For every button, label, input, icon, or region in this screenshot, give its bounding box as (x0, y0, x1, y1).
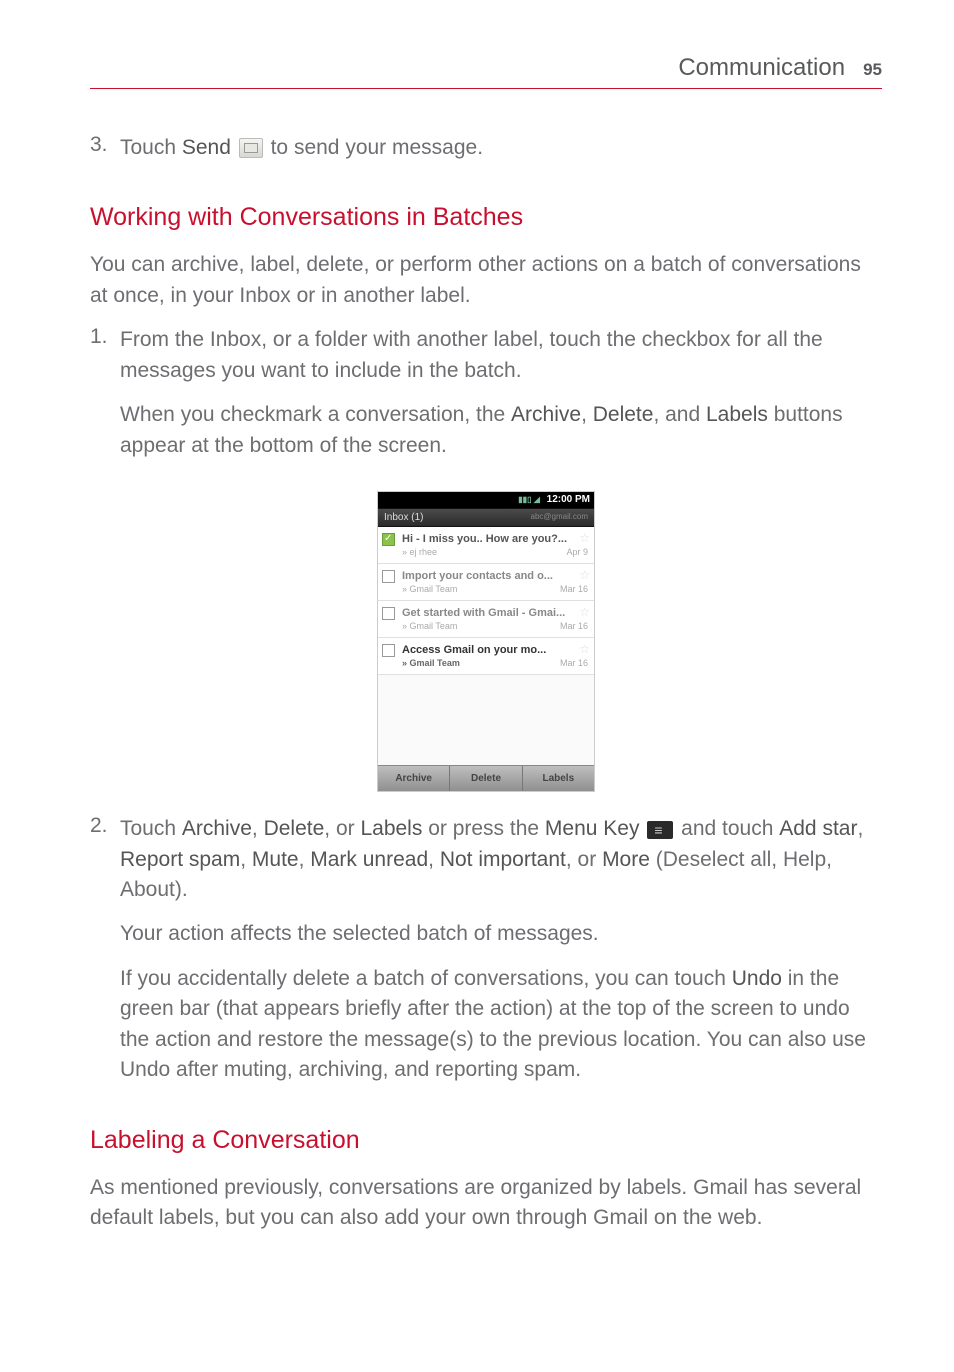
mail-from: » Gmail Team (402, 621, 457, 631)
mail-from: » Gmail Team (402, 584, 457, 594)
star-icon[interactable]: ☆ (579, 531, 590, 545)
text: , or (566, 848, 602, 871)
bottom-button-bar: Archive Delete Labels (378, 765, 594, 791)
mail-empty-area (378, 675, 594, 765)
mail-date: Apr 9 (566, 547, 588, 557)
header-section: Communication (678, 54, 845, 82)
step-1: 1. From the Inbox, or a folder with anot… (90, 325, 882, 475)
mail-subject: Import your contacts and o... (402, 570, 588, 582)
archive-button[interactable]: Archive (378, 766, 450, 791)
step-number: 2. (90, 814, 120, 1100)
report-spam-label: Report spam (120, 848, 240, 871)
step-content: Touch Archive, Delete, or Labels or pres… (120, 814, 882, 1100)
text: , (299, 848, 311, 871)
menu-key-label: Menu Key (545, 817, 640, 840)
send-icon (239, 138, 263, 158)
text: to send your message. (265, 136, 483, 159)
page-header: Communication 95 (90, 54, 882, 89)
mail-from: » ej rhee (402, 547, 437, 557)
step-3: 3. Touch Send to send your message. (90, 133, 882, 177)
text: , and (653, 403, 706, 426)
delete-label: Delete (593, 403, 654, 426)
not-important-label: Not important (440, 848, 566, 871)
mail-subject: Access Gmail on your mo... (402, 644, 588, 656)
more-label: More (602, 848, 650, 871)
paragraph: You can archive, label, delete, or perfo… (90, 250, 882, 311)
paragraph: Your action affects the selected batch o… (120, 919, 882, 949)
add-star-label: Add star (779, 817, 857, 840)
inbox-label: Inbox (1) (384, 512, 423, 523)
mail-date: Mar 16 (560, 621, 588, 631)
mail-row[interactable]: ☆ Get started with Gmail - Gmai... » Gma… (378, 601, 594, 638)
mail-row[interactable]: ☆ Import your contacts and o... » Gmail … (378, 564, 594, 601)
mute-label: Mute (252, 848, 299, 871)
star-icon[interactable]: ☆ (579, 642, 590, 656)
mail-subject: Get started with Gmail - Gmai... (402, 607, 588, 619)
checkbox-icon[interactable] (382, 607, 395, 620)
account-label: abc@gmail.com (531, 512, 588, 523)
step-content: Touch Send to send your message. (120, 133, 483, 177)
text: Touch (120, 136, 182, 159)
checkbox-icon[interactable] (382, 533, 395, 546)
status-time: 12:00 PM (547, 494, 590, 505)
labels-label: Labels (360, 817, 422, 840)
text: or press the (422, 817, 545, 840)
signal-icon: ▮▮▯ ◢ (518, 495, 540, 504)
text: , (581, 403, 593, 426)
delete-label: Delete (264, 817, 325, 840)
text: When you checkmark a conversation, the (120, 403, 511, 426)
step-content: From the Inbox, or a folder with another… (120, 325, 882, 475)
mail-subject: Hi - I miss you.. How are you?... (402, 533, 588, 545)
star-icon[interactable]: ☆ (579, 568, 590, 582)
star-icon[interactable]: ☆ (579, 605, 590, 619)
undo-label: Undo (732, 967, 782, 990)
labels-label: Labels (706, 403, 768, 426)
checkbox-icon[interactable] (382, 644, 395, 657)
step-2: 2. Touch Archive, Delete, or Labels or p… (90, 814, 882, 1100)
paragraph: Touch Archive, Delete, or Labels or pres… (120, 814, 882, 905)
menu-key-icon (647, 821, 673, 839)
mark-unread-label: Mark unread (310, 848, 428, 871)
mail-date: Mar 16 (560, 658, 588, 668)
text: and touch (675, 817, 779, 840)
archive-label: Archive (511, 403, 581, 426)
checkbox-icon[interactable] (382, 570, 395, 583)
paragraph: As mentioned previously, conversations a… (90, 1173, 882, 1234)
mail-from: » Gmail Team (402, 658, 460, 668)
paragraph: From the Inbox, or a folder with another… (120, 325, 882, 386)
mail-row[interactable]: ☆ Hi - I miss you.. How are you?... » ej… (378, 527, 594, 564)
paragraph: If you accidentally delete a batch of co… (120, 964, 882, 1086)
mail-date: Mar 16 (560, 584, 588, 594)
send-label: Send (182, 136, 231, 159)
text: , (428, 848, 440, 871)
phone-screen: ▮▮▯ ◢ 12:00 PM Inbox (1) abc@gmail.com ☆… (377, 491, 595, 792)
delete-button[interactable]: Delete (450, 766, 522, 791)
archive-label: Archive (182, 817, 252, 840)
phone-screenshot: ▮▮▯ ◢ 12:00 PM Inbox (1) abc@gmail.com ☆… (90, 491, 882, 792)
text: , (240, 848, 252, 871)
mail-row[interactable]: ☆ Access Gmail on your mo... » Gmail Tea… (378, 638, 594, 675)
text: , (857, 817, 863, 840)
text: Touch (120, 817, 182, 840)
heading-labeling: Labeling a Conversation (90, 1126, 882, 1155)
step-number: 3. (90, 133, 120, 177)
inbox-header: Inbox (1) abc@gmail.com (378, 508, 594, 527)
labels-button[interactable]: Labels (523, 766, 594, 791)
text: , (252, 817, 264, 840)
step-number: 1. (90, 325, 120, 475)
text: , or (324, 817, 360, 840)
text: If you accidentally delete a batch of co… (120, 967, 732, 990)
heading-batches: Working with Conversations in Batches (90, 203, 882, 232)
paragraph: When you checkmark a conversation, the A… (120, 400, 882, 461)
status-bar: ▮▮▯ ◢ 12:00 PM (378, 492, 594, 508)
header-page-number: 95 (863, 60, 882, 80)
